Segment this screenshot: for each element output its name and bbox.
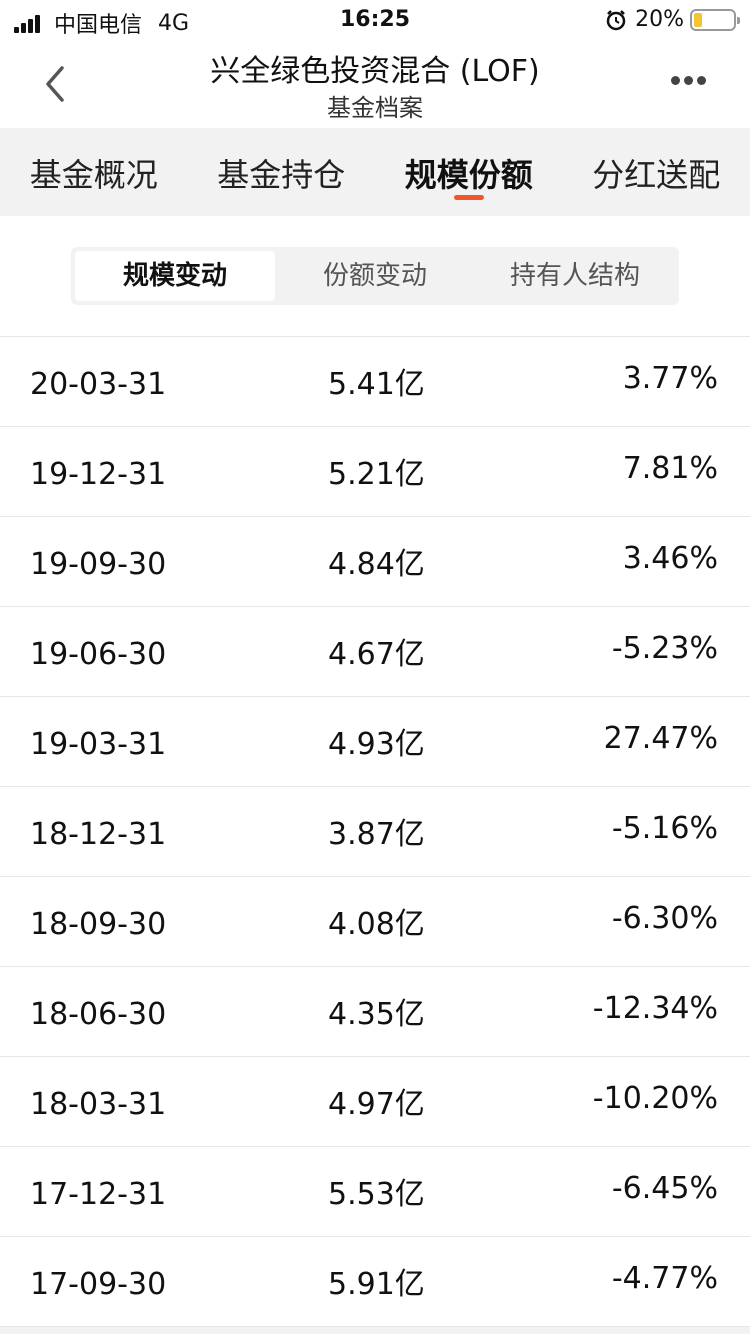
more-button[interactable]	[667, 76, 706, 85]
row-scale: 5.91亿	[328, 1267, 425, 1302]
row-scale: 5.21亿	[328, 457, 425, 492]
row-change: 3.77%	[622, 361, 718, 396]
table-row[interactable]: 19-09-30 4.84亿 3.46%	[0, 517, 750, 607]
more-dot-icon	[671, 76, 680, 85]
tab-fund-overview[interactable]: 基金概况	[0, 128, 188, 216]
table-row[interactable]: 20-03-31 5.41亿 3.77%	[0, 337, 750, 427]
row-date: 18-06-30	[30, 997, 167, 1032]
tab-bar: 基金概况 基金持仓 规模份额 分红送配	[0, 128, 750, 216]
row-scale: 4.84亿	[328, 547, 425, 582]
table-row[interactable]: 18-03-31 4.97亿 -10.20%	[0, 1057, 750, 1147]
tab-label: 规模份额	[404, 156, 533, 194]
row-date: 19-09-30	[30, 547, 167, 582]
battery-icon	[690, 8, 740, 31]
status-right: 20%	[605, 7, 740, 32]
page-title: 兴全绿色投资混合 (LOF)	[210, 54, 540, 89]
row-change: -12.34%	[592, 991, 718, 1026]
row-change: -6.30%	[611, 901, 718, 936]
page-subtitle: 基金档案	[327, 94, 423, 122]
row-date: 17-09-30	[30, 1267, 167, 1302]
battery-percent: 20%	[635, 7, 684, 32]
row-date: 19-12-31	[30, 457, 167, 492]
row-date: 17-12-31	[30, 1177, 167, 1212]
row-date: 19-03-31	[30, 727, 167, 762]
tab-label: 基金概况	[29, 156, 158, 194]
table-row[interactable]: 18-06-30 4.35亿 -12.34%	[0, 967, 750, 1057]
tab-scale-shares[interactable]: 规模份额	[375, 128, 563, 216]
table-row[interactable]: 17-12-31 5.53亿 -6.45%	[0, 1147, 750, 1237]
status-bar: 中国电信 4G 16:25 20%	[0, 0, 750, 40]
segment-scale-change[interactable]: 规模变动	[75, 251, 275, 301]
row-date: 20-03-31	[30, 367, 167, 402]
table-row[interactable]: 19-03-31 4.93亿 27.47%	[0, 697, 750, 787]
row-scale: 4.35亿	[328, 997, 425, 1032]
row-scale: 3.87亿	[328, 817, 425, 852]
segment-share-change[interactable]: 份额变动	[275, 251, 475, 301]
row-scale: 5.53亿	[328, 1177, 425, 1212]
row-scale: 5.41亿	[328, 367, 425, 402]
row-change: -10.20%	[592, 1081, 718, 1116]
tab-fund-holdings[interactable]: 基金持仓	[188, 128, 376, 216]
row-scale: 4.93亿	[328, 727, 425, 762]
table-row[interactable]: 19-06-30 4.67亿 -5.23%	[0, 607, 750, 697]
more-dot-icon	[684, 76, 693, 85]
table-row[interactable]: 18-12-31 3.87亿 -5.16%	[0, 787, 750, 877]
row-change: -5.23%	[611, 631, 718, 666]
row-scale: 4.67亿	[328, 637, 425, 672]
segment-holder-structure[interactable]: 持有人结构	[475, 251, 675, 301]
battery-fill	[694, 12, 702, 27]
row-scale: 4.08亿	[328, 907, 425, 942]
row-date: 18-09-30	[30, 907, 167, 942]
tab-label: 分红送配	[592, 156, 721, 194]
row-change: -4.77%	[611, 1261, 718, 1296]
segmented-control: 规模变动 份额变动 持有人结构	[71, 247, 679, 305]
row-change: 7.81%	[622, 451, 718, 486]
row-scale: 4.97亿	[328, 1087, 425, 1122]
row-date: 18-12-31	[30, 817, 167, 852]
row-change: 27.47%	[603, 721, 718, 756]
tab-dividends[interactable]: 分红送配	[563, 128, 750, 216]
footer-strip	[0, 1327, 750, 1334]
active-tab-indicator	[453, 195, 484, 200]
table-row[interactable]: 19-12-31 5.21亿 7.81%	[0, 427, 750, 517]
table-row[interactable]: 17-09-30 5.91亿 -4.77%	[0, 1237, 750, 1327]
row-change: 3.46%	[622, 541, 718, 576]
row-change: -5.16%	[611, 811, 718, 846]
more-dot-icon	[697, 76, 706, 85]
row-date: 18-03-31	[30, 1087, 167, 1122]
tab-label: 基金持仓	[217, 156, 346, 194]
scale-table: 20-03-31 5.41亿 3.77% 19-12-31 5.21亿 7.81% 19-0…	[0, 336, 750, 1327]
row-change: -6.45%	[611, 1171, 718, 1206]
row-date: 19-06-30	[30, 637, 167, 672]
segment-wrapper: 规模变动 份额变动 持有人结构	[0, 216, 750, 336]
table-row[interactable]: 18-09-30 4.08亿 -6.30%	[0, 877, 750, 967]
alarm-icon	[606, 9, 626, 30]
nav-bar: 兴全绿色投资混合 (LOF) 基金档案	[0, 40, 750, 128]
